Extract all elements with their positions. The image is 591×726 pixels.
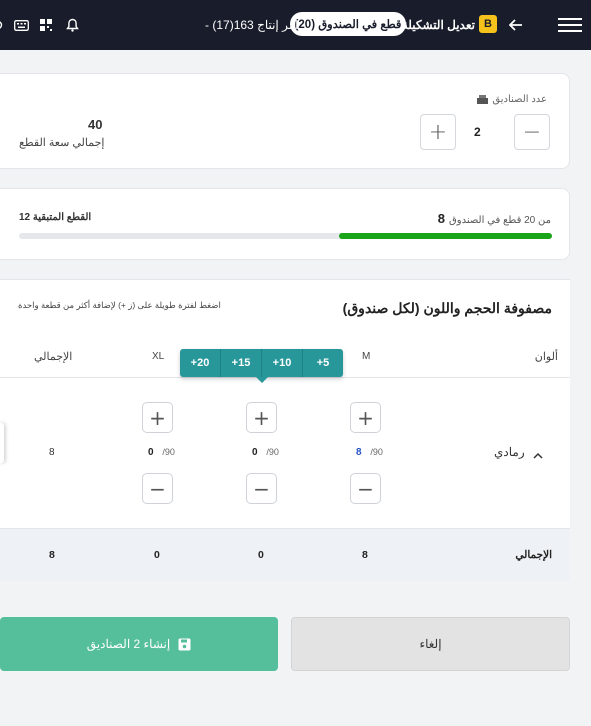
menu-icon[interactable] <box>557 0 583 50</box>
xl-value: 0 <box>148 447 154 458</box>
xl-increase-button[interactable]: + <box>142 402 173 433</box>
m-decrease-button[interactable]: − <box>350 473 381 504</box>
column-xl-header: XL <box>152 351 165 362</box>
matrix-card: مصفوفة الحجم واللون (لكل صندوق) اضغط لفت… <box>0 279 570 581</box>
xl-max: /90 <box>162 447 175 457</box>
boxes-count-label: عدد الصناديق <box>492 94 547 105</box>
add-15-button[interactable]: +15 <box>221 349 262 377</box>
matrix-hint: اضغط لفترة طويلة على (ز +) لإضافة أكثر م… <box>18 300 221 310</box>
total-capacity-value: 40 <box>88 117 103 132</box>
column-color-header: ألوان <box>534 351 558 363</box>
increase-boxes-button[interactable]: + <box>420 114 456 150</box>
totals-m: 8 <box>362 549 368 561</box>
totals-row: الإجمالي 8 0 0 8 <box>0 528 570 581</box>
boxes-icon <box>477 95 489 104</box>
collapse-chevron-icon[interactable] <box>533 446 543 464</box>
decrease-boxes-button[interactable]: − <box>514 114 550 150</box>
m-max: /90 <box>370 447 383 457</box>
m-increase-button[interactable]: + <box>350 402 381 433</box>
header-divider <box>0 377 570 378</box>
cancel-label: إلغاء <box>419 637 442 651</box>
progress-card: 8 من 20 قطع في الصندوق 12 القطع المتبقية <box>0 188 570 260</box>
add-5-button[interactable]: +5 <box>303 349 343 377</box>
col2-decrease-button[interactable]: − <box>246 473 277 504</box>
box-capacity-pill: (20) قطع في الصندوق <box>290 12 406 36</box>
total-capacity-label: إجمالي سعة القطع <box>19 137 105 149</box>
top-bar: B تعديل التشكيلة (20) قطع في الصندوق - أ… <box>0 0 591 50</box>
pieces-current: 8 <box>437 211 446 226</box>
quick-add-tooltip: +20 +15 +10 +5 <box>180 349 343 383</box>
m-value: 8 <box>356 447 362 458</box>
cancel-button[interactable]: إلغاء <box>291 617 570 671</box>
col2-max: /90 <box>266 447 279 457</box>
settings-icon[interactable] <box>0 0 4 50</box>
add-20-button[interactable]: +20 <box>180 349 221 377</box>
progress-track <box>19 233 552 239</box>
col2-increase-button[interactable]: + <box>246 402 277 433</box>
pieces-in-box-label: من 20 قطع في الصندوق <box>449 215 551 226</box>
col2-value: 0 <box>252 447 258 458</box>
page-title: تعديل التشكيلة <box>401 18 475 32</box>
totals-grand: 8 <box>49 549 55 561</box>
matrix-title: مصفوفة الحجم واللون (لكل صندوق) <box>342 300 552 316</box>
progress-fill <box>338 233 552 239</box>
add-10-button[interactable]: +10 <box>262 349 303 377</box>
column-m-header: M <box>362 351 371 362</box>
xl-decrease-button[interactable]: − <box>142 473 173 504</box>
totals-col2: 0 <box>258 549 264 561</box>
variant-badge: B <box>479 15 497 33</box>
remaining-pieces-label: 12 القطع المتبقية <box>19 212 92 223</box>
keyboard-icon[interactable] <box>14 0 30 50</box>
totals-label: الإجمالي <box>515 549 552 561</box>
save-icon <box>178 638 191 650</box>
row-color-name: رمادي <box>494 445 525 459</box>
production-order-label: - أمر إنتاج 163(17) <box>205 18 299 32</box>
boxes-card: عدد الصناديق − 2 + 40 إجمالي سعة القطع <box>0 73 570 169</box>
qr-code-icon[interactable] <box>40 0 54 50</box>
back-arrow-icon[interactable] <box>509 0 529 50</box>
create-label: إنشاء 2 الصناديق <box>86 637 171 651</box>
row-total: 8 <box>49 447 55 458</box>
totals-xl: 0 <box>154 549 160 561</box>
boxes-count-value: 2 <box>474 125 481 139</box>
side-tab <box>0 423 4 463</box>
create-boxes-button[interactable]: إنشاء 2 الصناديق <box>0 617 278 671</box>
bell-icon[interactable] <box>66 0 80 50</box>
column-total-header: الإجمالي <box>34 351 73 363</box>
